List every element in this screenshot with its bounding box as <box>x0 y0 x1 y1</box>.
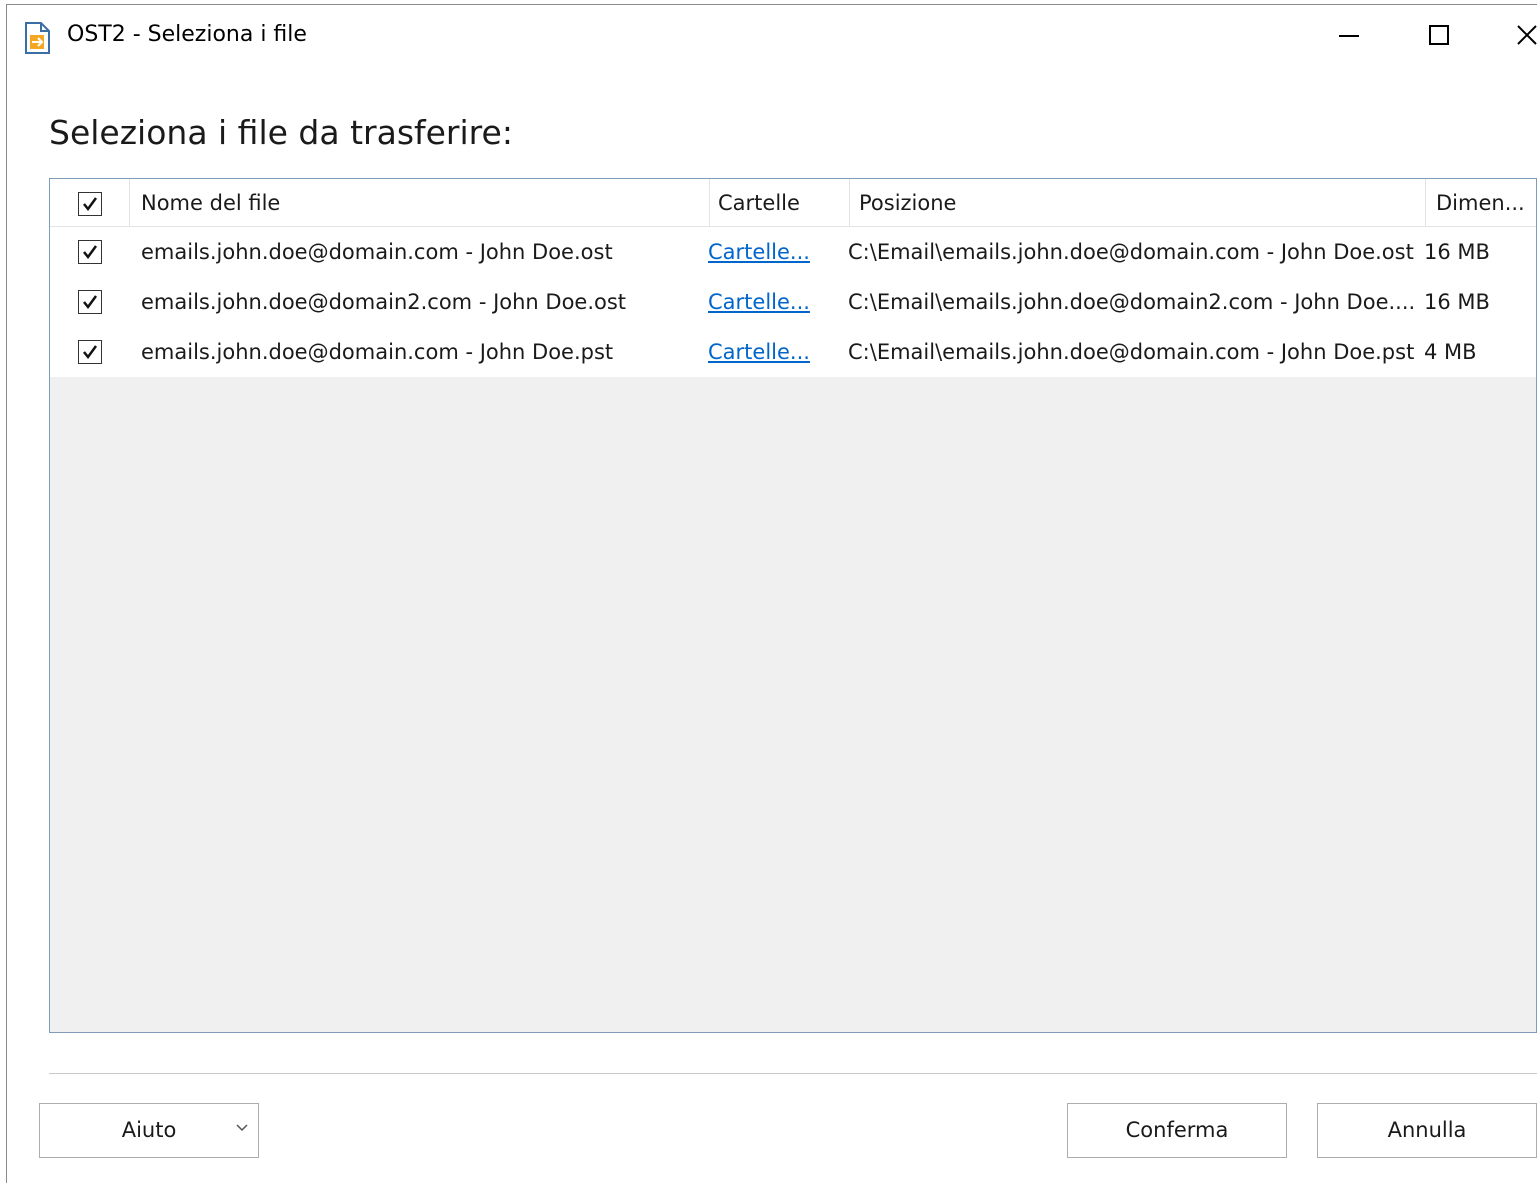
file-location: C:\Email\emails.john.doe@domain.com - Jo… <box>848 340 1415 364</box>
table-row[interactable]: emails.john.doe@domain.com - John Doe.ps… <box>50 327 1536 377</box>
folders-link[interactable]: Cartelle... <box>708 277 828 327</box>
row-checkbox[interactable] <box>78 240 102 264</box>
confirm-button[interactable]: Conferma <box>1067 1103 1287 1158</box>
close-button[interactable] <box>1497 13 1537 57</box>
divider <box>49 1073 1537 1074</box>
column-header-location[interactable]: Posizione <box>850 179 1426 226</box>
folders-link[interactable]: Cartelle... <box>708 227 828 277</box>
file-size: 16 MB <box>1424 290 1490 314</box>
window-title: OST2 - Seleziona i file <box>67 22 307 47</box>
close-icon <box>1517 25 1537 45</box>
minimize-icon <box>1339 35 1359 37</box>
chevron-down-icon <box>236 1124 248 1132</box>
folders-link[interactable]: Cartelle... <box>708 327 828 377</box>
list-rows: emails.john.doe@domain.com - John Doe.os… <box>50 227 1536 377</box>
checkmark-icon <box>83 245 98 260</box>
maximize-icon <box>1429 25 1449 45</box>
confirm-button-label: Conferma <box>1125 1118 1229 1142</box>
list-header: Nome del file Cartelle Posizione Dimen..… <box>50 179 1536 227</box>
file-name: emails.john.doe@domain.com - John Doe.os… <box>141 240 613 264</box>
file-name: emails.john.doe@domain2.com - John Doe.o… <box>141 290 627 314</box>
dialog-window: OST2 - Seleziona i file Seleziona i file… <box>6 4 1537 1183</box>
checkmark-icon <box>83 345 98 360</box>
header-select-all-cell <box>50 179 130 226</box>
cancel-button-label: Annulla <box>1387 1118 1467 1142</box>
file-location: C:\Email\emails.john.doe@domain2.com - J… <box>848 290 1416 314</box>
title-bar[interactable]: OST2 - Seleziona i file <box>7 5 1537 67</box>
help-button[interactable]: Aiuto <box>39 1103 259 1158</box>
cancel-button[interactable]: Annulla <box>1317 1103 1537 1158</box>
table-row[interactable]: emails.john.doe@domain2.com - John Doe.o… <box>50 277 1536 327</box>
minimize-button[interactable] <box>1319 13 1379 57</box>
column-header-folders[interactable]: Cartelle <box>710 179 850 226</box>
document-arrow-icon <box>23 21 53 55</box>
select-all-checkbox[interactable] <box>78 192 102 216</box>
maximize-button[interactable] <box>1409 13 1469 57</box>
checkmark-icon <box>83 295 98 310</box>
column-header-name[interactable]: Nome del file <box>130 179 710 226</box>
file-size: 16 MB <box>1424 240 1490 264</box>
page-title: Seleziona i file da trasferire: <box>49 113 513 152</box>
row-checkbox[interactable] <box>78 340 102 364</box>
table-row[interactable]: emails.john.doe@domain.com - John Doe.os… <box>50 227 1536 277</box>
file-location: C:\Email\emails.john.doe@domain.com - Jo… <box>848 240 1414 264</box>
file-name: emails.john.doe@domain.com - John Doe.ps… <box>141 340 614 364</box>
checkmark-icon <box>83 197 98 212</box>
row-checkbox[interactable] <box>78 290 102 314</box>
help-button-label: Aiuto <box>121 1118 177 1142</box>
file-size: 4 MB <box>1424 340 1477 364</box>
column-header-size[interactable]: Dimen... <box>1426 179 1536 226</box>
file-list[interactable]: Nome del file Cartelle Posizione Dimen..… <box>49 178 1537 1033</box>
